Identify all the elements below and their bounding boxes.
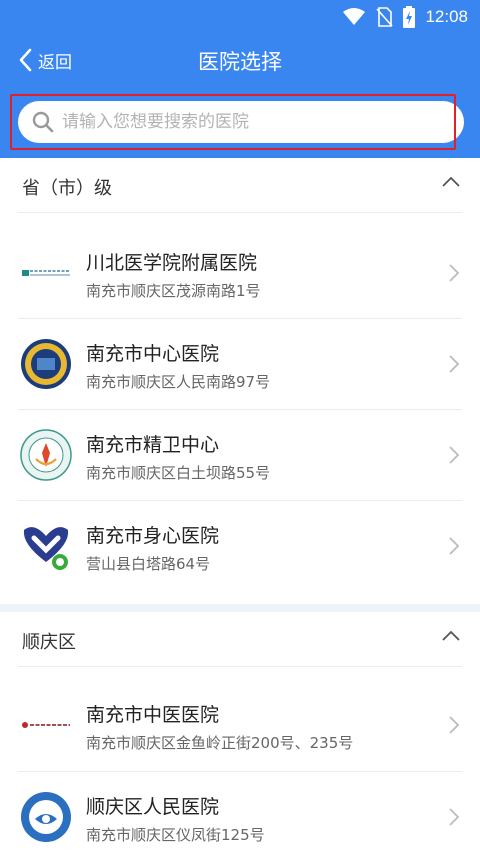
list-item-hospital[interactable]: 南充市身心医院 营山县白塔路64号 xyxy=(0,501,480,591)
header: 12:08 返回 医院选择 xyxy=(0,0,480,158)
hospital-name: 南充市精卫中心 xyxy=(86,434,220,456)
battery-charging-icon xyxy=(403,6,416,28)
list-item-hospital[interactable]: 南充市中心医院 南充市顺庆区人民南路97号 xyxy=(0,319,480,409)
wifi-icon xyxy=(343,8,366,25)
chevron-right-icon xyxy=(449,808,460,826)
hospital-address: 南充市顺庆区白土坝路55号 xyxy=(86,464,271,482)
section-header-shunqing[interactable]: 顺庆区 xyxy=(0,612,480,668)
nav-bar: 返回 医院选择 xyxy=(0,36,480,84)
chevron-right-icon xyxy=(449,716,460,734)
hospital-logo-icon xyxy=(21,792,71,842)
list-item-hospital[interactable]: 川北医学院附属医院 南充市顺庆区茂源南路1号 xyxy=(0,228,480,318)
divider xyxy=(18,212,462,213)
search-highlight-frame xyxy=(10,94,456,150)
chevron-up-icon[interactable] xyxy=(442,630,460,642)
hospital-logo-icon xyxy=(22,270,70,276)
no-sim-icon xyxy=(376,7,394,27)
chevron-right-icon xyxy=(449,264,460,282)
list-item-hospital[interactable]: 南充市中医医院 南充市顺庆区金鱼岭正街200号、235号 xyxy=(0,680,480,770)
hospital-address: 南充市顺庆区金鱼岭正街200号、235号 xyxy=(86,734,354,752)
chevron-right-icon xyxy=(449,537,460,555)
hospital-address: 南充市顺庆区茂源南路1号 xyxy=(86,282,261,300)
hospital-logo-icon xyxy=(23,527,69,570)
list-item-hospital[interactable]: 顺庆区人民医院 南充市顺庆区仪凤街125号 xyxy=(0,772,480,853)
hospital-logo-icon xyxy=(20,429,72,481)
status-bar: 12:08 xyxy=(0,0,480,36)
section-title: 顺庆区 xyxy=(22,632,76,653)
hospital-address: 南充市顺庆区仪凤街125号 xyxy=(86,826,265,844)
hospital-name: 南充市身心医院 xyxy=(86,525,220,547)
hospital-name: 川北医学院附属医院 xyxy=(86,252,258,274)
list-item-hospital[interactable]: 南充市精卫中心 南充市顺庆区白土坝路55号 xyxy=(0,410,480,500)
section-title: 省（市）级 xyxy=(22,178,112,199)
section-header-provincial[interactable]: 省（市）级 xyxy=(0,158,480,214)
divider xyxy=(18,666,462,667)
hospital-logo-icon xyxy=(22,722,70,728)
chevron-up-icon[interactable] xyxy=(442,176,460,188)
hospital-logo-icon xyxy=(21,339,71,389)
section-separator xyxy=(0,604,480,612)
hospital-address: 营山县白塔路64号 xyxy=(86,555,211,573)
hospital-name: 顺庆区人民医院 xyxy=(86,796,220,818)
chevron-right-icon xyxy=(449,355,460,373)
status-time: 12:08 xyxy=(425,7,468,26)
page-title: 医院选择 xyxy=(198,50,282,74)
hospital-address: 南充市顺庆区人民南路97号 xyxy=(86,373,271,391)
chevron-right-icon xyxy=(449,446,460,464)
status-icons: 12:08 xyxy=(343,6,468,28)
hospital-name: 南充市中心医院 xyxy=(86,343,220,365)
hospital-name: 南充市中医医院 xyxy=(86,704,220,726)
